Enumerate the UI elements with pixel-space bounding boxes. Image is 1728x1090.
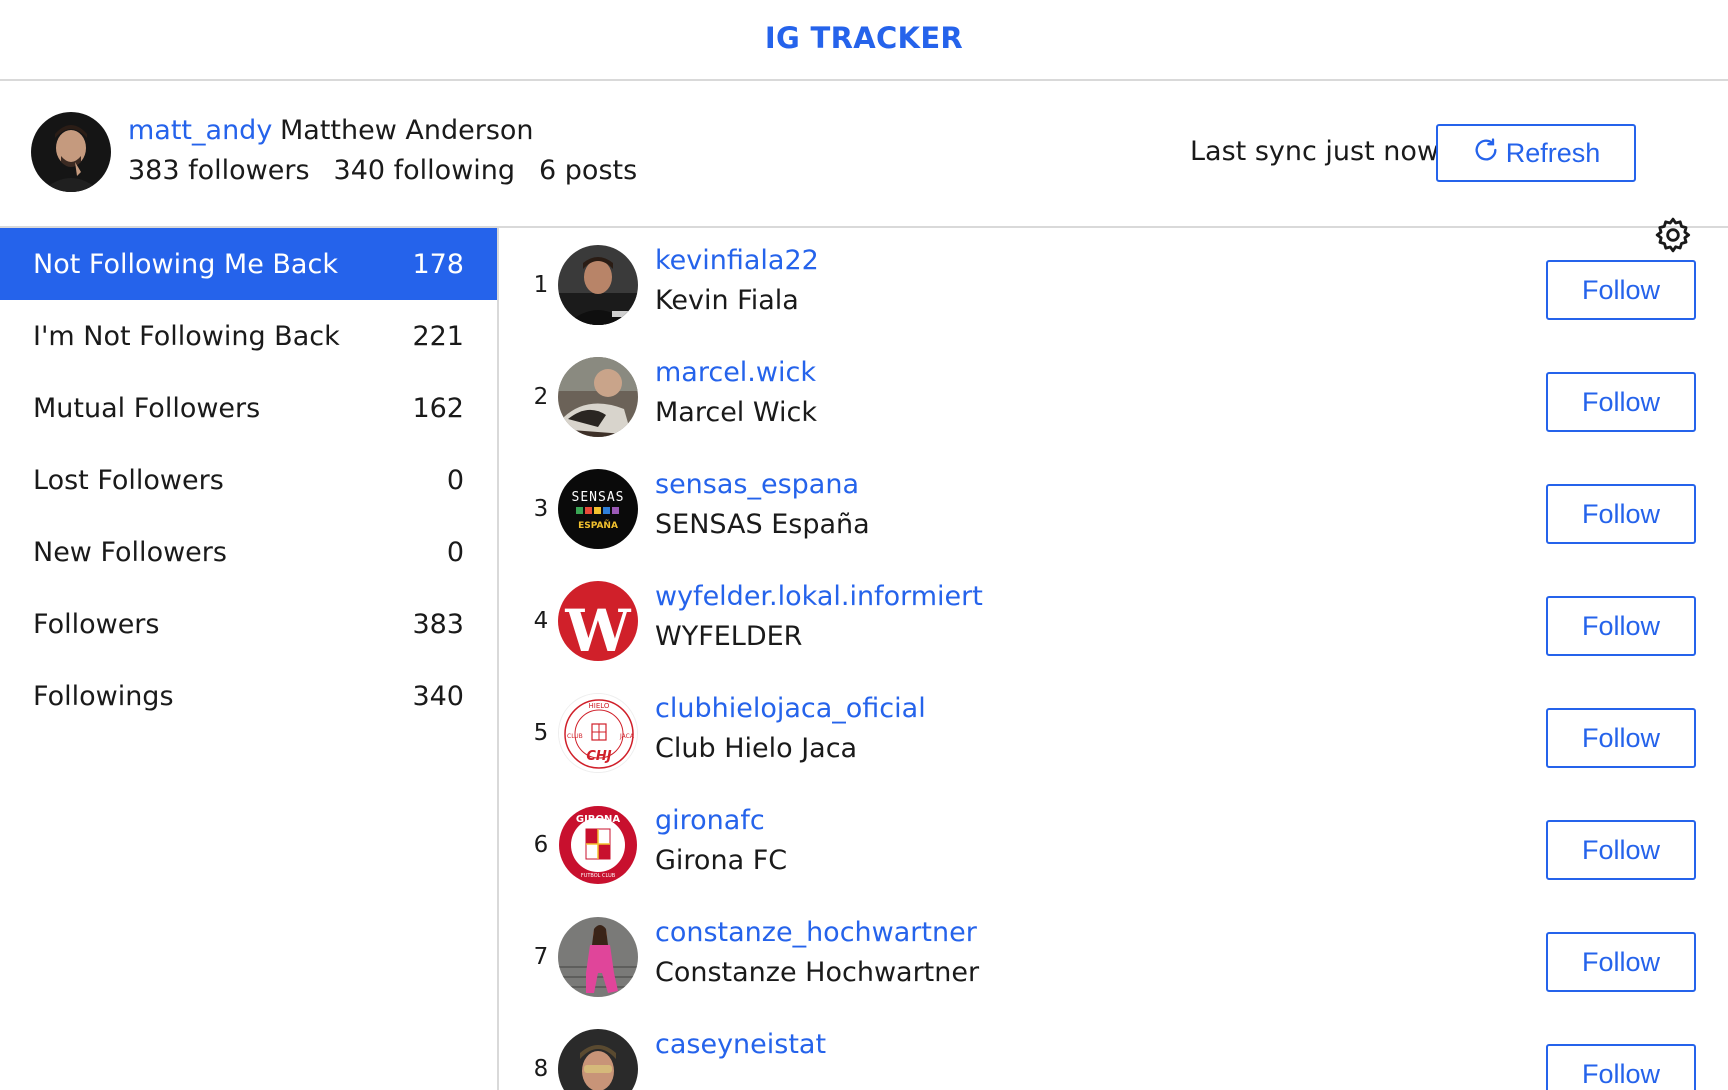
list-item: 4 W wyfelder.lokal.informiert WYFELDER F… (501, 564, 1728, 676)
user-avatar[interactable]: HIELO CLUB JACA CHJ (558, 693, 638, 773)
user-avatar[interactable] (558, 245, 638, 325)
sidebar-item-followers[interactable]: Followers 383 (0, 588, 497, 660)
sidebar-item-count: 0 (446, 536, 464, 568)
user-list: 1 kevinfiala22 Kevin Fiala Follow 2 marc… (501, 228, 1728, 1090)
list-item: 6 GIRONA FUTBOL CLUB gironafc Girona FC … (501, 788, 1728, 900)
sidebar-item-count: 0 (446, 464, 464, 496)
sidebar-item-label: New Followers (33, 536, 227, 568)
user-username-link[interactable]: constanze_hochwartner (655, 917, 977, 948)
content-area: Not Following Me Back 178 I'm Not Follow… (0, 228, 1728, 1090)
user-username-link[interactable]: gironafc (655, 805, 765, 836)
girona-top-text: GIRONA (576, 814, 620, 825)
list-item-rank: 4 (533, 608, 549, 634)
follow-button[interactable]: Follow (1546, 932, 1696, 992)
followers-count: 383 followers (128, 155, 310, 186)
sidebar-item-im-not-following-back[interactable]: I'm Not Following Back 221 (0, 300, 497, 372)
girona-bottom-text: FUTBOL CLUB (581, 873, 616, 879)
list-item: 7 constanze_hochwartner Constanze Hochwa… (501, 900, 1728, 1012)
sidebar-item-label: Followers (33, 608, 160, 640)
list-item: 2 marcel.wick Marcel Wick Follow (501, 340, 1728, 452)
list-item: 3 SENSAS ESPAÑA sensas_espana SENSAS Esp… (501, 452, 1728, 564)
sidebar-item-count: 178 (412, 248, 464, 280)
profile-header: matt_andy Matthew Anderson 383 followers… (0, 81, 1728, 253)
chj-left-text: CLUB (567, 733, 583, 740)
profile-avatar (31, 112, 111, 192)
user-avatar[interactable] (558, 357, 638, 437)
sidebar-item-label: Not Following Me Back (33, 248, 338, 280)
posts-count: 6 posts (539, 155, 638, 186)
list-item-rank: 2 (533, 384, 549, 410)
list-item-rank: 8 (533, 1056, 549, 1082)
chj-top-text: HIELO (589, 702, 610, 710)
sidebar-item-label: Lost Followers (33, 464, 224, 496)
sidebar-item-followings[interactable]: Followings 340 (0, 660, 497, 732)
user-full-name: SENSAS España (655, 509, 870, 540)
sidebar-item-count: 383 (412, 608, 464, 640)
last-sync-status: Last sync just now (1190, 136, 1439, 167)
list-item-rank: 1 (533, 272, 549, 298)
user-username-link[interactable]: kevinfiala22 (655, 245, 819, 276)
follow-button[interactable]: Follow (1546, 596, 1696, 656)
sidebar-item-label: I'm Not Following Back (33, 320, 340, 352)
user-avatar[interactable] (558, 917, 638, 997)
user-username-link[interactable]: sensas_espana (655, 469, 859, 500)
sensas-logo-text: SENSAS (572, 490, 625, 505)
list-item-rank: 5 (533, 720, 549, 746)
app-title: IG TRACKER (764, 20, 964, 55)
follow-button[interactable]: Follow (1546, 484, 1696, 544)
sidebar-item-label: Followings (33, 680, 174, 712)
wyfelder-logo-letter: W (564, 597, 631, 661)
user-avatar[interactable]: SENSAS ESPAÑA (558, 469, 638, 549)
user-full-name: Marcel Wick (655, 397, 817, 428)
user-full-name: Constanze Hochwartner (655, 957, 980, 988)
user-username-link[interactable]: marcel.wick (655, 357, 816, 388)
sidebar-item-count: 340 (412, 680, 464, 712)
list-item-rank: 3 (533, 496, 549, 522)
chj-mark-text: CHJ (586, 749, 611, 764)
sensas-logo-subtext: ESPAÑA (578, 520, 618, 531)
chj-right-text: JACA (619, 733, 635, 740)
sidebar-item-count: 221 (412, 320, 464, 352)
app-window: IG TRACKER matt_andy Matthew Anderson 38… (0, 0, 1728, 1090)
sidebar-item-mutual-followers[interactable]: Mutual Followers 162 (0, 372, 497, 444)
list-item-rank: 6 (533, 832, 549, 858)
refresh-icon (1472, 136, 1500, 171)
user-username-link[interactable]: clubhielojaca_oficial (655, 693, 926, 724)
user-full-name: Club Hielo Jaca (655, 733, 858, 764)
user-username-link[interactable]: wyfelder.lokal.informiert (655, 581, 983, 612)
user-avatar[interactable] (558, 1029, 638, 1090)
following-count: 340 following (333, 155, 516, 186)
user-full-name: Girona FC (655, 845, 788, 876)
follow-button[interactable]: Follow (1546, 1044, 1696, 1090)
follow-button[interactable]: Follow (1546, 372, 1696, 432)
title-bar: IG TRACKER (0, 0, 1728, 81)
sidebar-item-new-followers[interactable]: New Followers 0 (0, 516, 497, 588)
sidebar-item-count: 162 (412, 392, 464, 424)
list-item-rank: 7 (533, 944, 549, 970)
sidebar-item-label: Mutual Followers (33, 392, 261, 424)
list-item: 8 caseyneistat Follow (501, 1012, 1728, 1090)
list-item: 5 HIELO CLUB JACA CHJ clubhielojaca_ofic… (501, 676, 1728, 788)
sidebar-item-not-following-me-back[interactable]: Not Following Me Back 178 (0, 228, 497, 300)
user-avatar[interactable]: W (558, 581, 638, 661)
user-full-name: Kevin Fiala (655, 285, 799, 316)
follow-button[interactable]: Follow (1546, 820, 1696, 880)
profile-username-link[interactable]: matt_andy (128, 115, 272, 146)
profile-full-name: Matthew Anderson (280, 115, 534, 146)
refresh-button[interactable]: Refresh (1436, 124, 1636, 182)
user-avatar[interactable]: GIRONA FUTBOL CLUB (558, 805, 638, 885)
follow-button[interactable]: Follow (1546, 260, 1696, 320)
list-item: 1 kevinfiala22 Kevin Fiala Follow (501, 228, 1728, 340)
sidebar: Not Following Me Back 178 I'm Not Follow… (0, 228, 499, 1090)
user-full-name: WYFELDER (655, 621, 803, 652)
refresh-label: Refresh (1505, 137, 1601, 168)
user-username-link[interactable]: caseyneistat (655, 1029, 826, 1060)
profile-stats: 383 followers 340 following 6 posts (128, 155, 637, 186)
follow-button[interactable]: Follow (1546, 708, 1696, 768)
sidebar-item-lost-followers[interactable]: Lost Followers 0 (0, 444, 497, 516)
